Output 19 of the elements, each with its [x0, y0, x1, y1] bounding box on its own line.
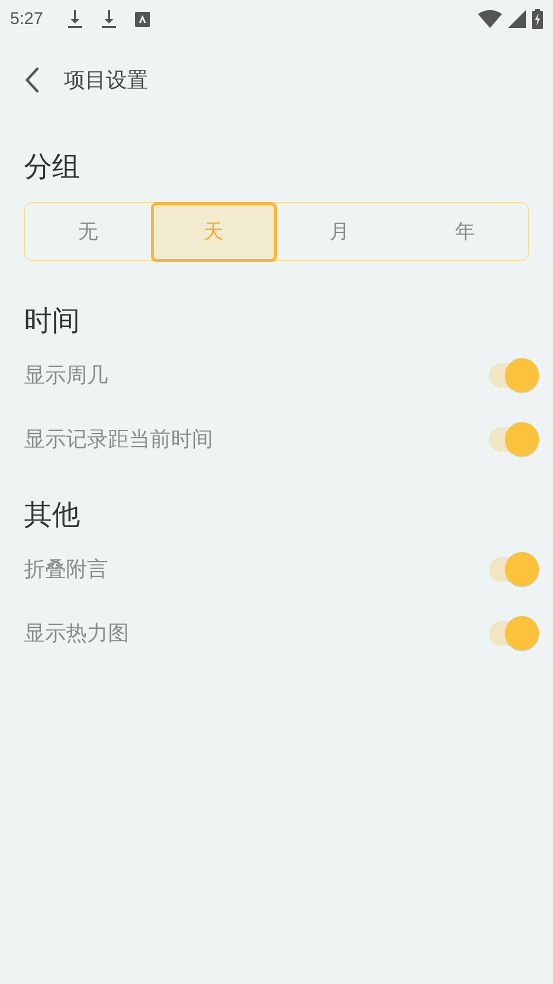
segment-tab[interactable]: 无 — [25, 202, 151, 262]
section-title: 时间 — [24, 303, 80, 339]
setting-label: 显示记录距当前时间 — [24, 426, 214, 453]
setting-label: 折叠附言 — [24, 556, 109, 583]
section-title: 其他 — [24, 497, 80, 533]
battery-icon — [532, 9, 543, 29]
signal-icon — [508, 10, 526, 28]
app-notification-icon — [135, 12, 150, 26]
setting-label: 显示周几 — [24, 362, 109, 389]
page-title: 项目设置 — [64, 67, 148, 94]
download-icon — [67, 9, 84, 29]
segment-tab[interactable]: 年 — [402, 202, 528, 262]
segment-tab[interactable]: 月 — [276, 202, 402, 262]
download-icon — [101, 9, 118, 29]
section-title: 分组 — [24, 150, 80, 184]
setting-label: 显示热力图 — [24, 620, 130, 647]
wifi-icon — [478, 10, 502, 28]
clock-time: 5:27 — [10, 9, 44, 29]
segment-tab[interactable]: 天 — [150, 202, 276, 262]
